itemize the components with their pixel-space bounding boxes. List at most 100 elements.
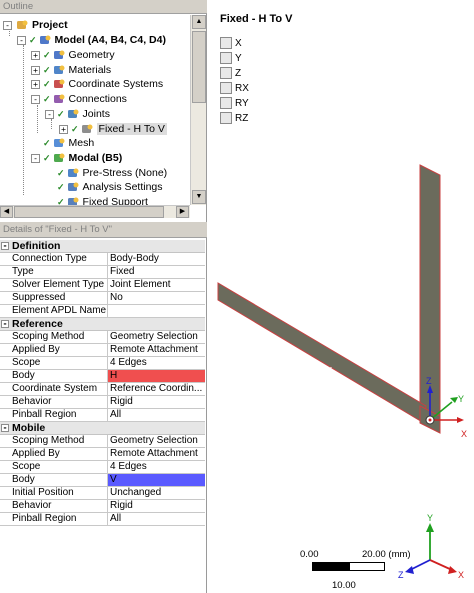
property-name: Scope — [0, 461, 108, 473]
tree-item[interactable]: + ✓ Materials — [31, 63, 111, 77]
property-value[interactable]: 4 Edges — [108, 461, 205, 473]
tree-item[interactable]: + ✓ Coordinate Systems — [31, 77, 163, 91]
property-value[interactable]: Rigid — [108, 500, 205, 512]
property-value[interactable]: Geometry Selection — [108, 331, 205, 343]
body-h[interactable] — [217, 282, 427, 424]
property-row[interactable]: Behavior Rigid — [0, 500, 205, 513]
tree-item[interactable]: - ✓ Modal (B5) — [31, 151, 122, 165]
property-value[interactable]: Body-Body — [108, 253, 205, 265]
property-name: Applied By — [0, 344, 108, 356]
pre-stress-icon — [66, 167, 80, 179]
collapse-icon[interactable]: - — [31, 94, 40, 104]
property-row[interactable]: Connection Type Body-Body — [0, 253, 205, 266]
property-value[interactable]: Fixed — [108, 266, 205, 278]
tree-item[interactable]: - Project — [3, 18, 68, 32]
property-row[interactable]: Element APDL Name — [0, 305, 205, 318]
property-row[interactable]: Body V — [0, 474, 205, 487]
scroll-thumb[interactable] — [192, 31, 206, 103]
property-value[interactable]: Remote Attachment — [108, 448, 205, 460]
connections-icon — [52, 93, 66, 105]
collapse-icon[interactable]: - — [31, 153, 40, 163]
property-row[interactable]: Solver Element Type Joint Element — [0, 279, 205, 292]
property-value[interactable]: H — [108, 370, 205, 382]
collapse-icon[interactable]: - — [45, 109, 54, 119]
tree-item[interactable]: + ✓ Fixed - H To V — [59, 122, 167, 136]
property-row[interactable]: Scope 4 Edges — [0, 461, 205, 474]
tree-item[interactable]: + ✓ Geometry — [31, 48, 115, 62]
property-row[interactable]: Scope 4 Edges — [0, 357, 205, 370]
property-row[interactable]: Applied By Remote Attachment — [0, 344, 205, 357]
property-value[interactable]: Joint Element — [108, 279, 205, 291]
property-value[interactable]: Rigid — [108, 396, 205, 408]
property-value[interactable]: All — [108, 409, 205, 421]
property-row[interactable]: Scoping Method Geometry Selection — [0, 331, 205, 344]
property-value[interactable]: No — [108, 292, 205, 304]
property-row[interactable]: Coordinate System Reference Coordin... — [0, 383, 205, 396]
property-row[interactable]: Behavior Rigid — [0, 396, 205, 409]
property-row[interactable]: Initial Position Unchanged — [0, 487, 205, 500]
collapse-icon[interactable]: - — [1, 424, 9, 432]
property-value[interactable]: Remote Attachment — [108, 344, 205, 356]
tree-guide-line — [23, 45, 24, 195]
global-triad-x-label: X — [458, 570, 464, 580]
collapse-icon[interactable]: - — [1, 242, 9, 250]
tree-item[interactable]: ✓ Pre-Stress (None) — [45, 166, 167, 180]
status-check-icon: ✓ — [71, 123, 79, 134]
details-section[interactable]: - Mobile — [0, 422, 205, 435]
scroll-down-button[interactable]: ▼ — [192, 190, 206, 204]
property-row[interactable]: Pinball Region All — [0, 513, 205, 526]
status-check-icon: ✓ — [57, 108, 65, 119]
joint-triad-z-label: Z — [426, 376, 432, 386]
property-value[interactable]: All — [108, 513, 205, 525]
details-section[interactable]: - Definition — [0, 240, 205, 253]
outline-horizontal-scrollbar[interactable]: ◀ ▶ — [0, 205, 190, 218]
details-title: Details of "Fixed - H To V" — [0, 222, 207, 238]
tree-item[interactable]: ✓ Fixed Support — [45, 195, 148, 205]
scale-bar-dark — [312, 562, 349, 571]
collapse-icon[interactable]: - — [17, 35, 26, 45]
property-row[interactable]: Scoping Method Geometry Selection — [0, 435, 205, 448]
details-section-title: Mobile — [12, 422, 46, 434]
expand-icon[interactable]: + — [59, 124, 68, 134]
tree-item[interactable]: ✓ Mesh — [31, 136, 94, 150]
graphics-view[interactable]: Fixed - H To V X Y Z RX RY RZ Z Y X Y X … — [208, 0, 474, 593]
scroll-right-button[interactable]: ▶ — [176, 206, 189, 218]
tree-item[interactable]: - ✓ Joints — [45, 107, 110, 121]
property-value[interactable]: Unchanged — [108, 487, 205, 499]
property-row[interactable]: Suppressed No — [0, 292, 205, 305]
property-name: Type — [0, 266, 108, 278]
outline-tree[interactable]: - Project - ✓ Model (A4, B4, C4, D4) + ✓ Geomet… — [0, 15, 190, 205]
expand-icon[interactable]: + — [31, 79, 40, 89]
property-row[interactable]: Body H — [0, 370, 205, 383]
property-name: Behavior — [0, 500, 108, 512]
horizontal-scroll-thumb[interactable] — [14, 206, 164, 218]
property-name: Coordinate System — [0, 383, 108, 395]
tree-item[interactable]: ✓ Analysis Settings — [45, 180, 163, 194]
property-row[interactable]: Pinball Region All — [0, 409, 205, 422]
property-value[interactable]: V — [108, 474, 205, 486]
property-row[interactable]: Type Fixed — [0, 266, 205, 279]
expand-icon[interactable]: + — [31, 50, 40, 60]
model-view[interactable]: Z Y X Y X Z — [208, 0, 474, 593]
tree-item-label: Materials — [68, 64, 112, 76]
tree-item[interactable]: - ✓ Connections — [31, 92, 127, 106]
property-row[interactable]: Applied By Remote Attachment — [0, 448, 205, 461]
details-section[interactable]: - Reference — [0, 318, 205, 331]
collapse-icon[interactable]: - — [1, 320, 9, 328]
property-value[interactable]: Geometry Selection — [108, 435, 205, 447]
property-value[interactable] — [108, 305, 205, 317]
collapse-icon[interactable]: - — [3, 20, 12, 30]
property-value[interactable]: 4 Edges — [108, 357, 205, 369]
model-icon — [38, 34, 52, 46]
tree-item-label: Fixed Support — [82, 196, 148, 205]
scroll-up-button[interactable]: ▲ — [192, 15, 206, 29]
outline-vertical-scrollbar[interactable]: ▲ ▼ — [190, 15, 206, 205]
expand-icon[interactable]: + — [31, 65, 40, 75]
outline-title: Outline — [0, 0, 207, 14]
tree-guide-line — [51, 119, 52, 129]
property-value[interactable]: Reference Coordin... — [108, 383, 205, 395]
scroll-left-button[interactable]: ◀ — [0, 206, 13, 218]
tree-item[interactable]: - ✓ Model (A4, B4, C4, D4) — [17, 33, 166, 47]
joint-triad-y-label: Y — [458, 394, 464, 404]
fixed-joint-icon — [80, 123, 94, 135]
